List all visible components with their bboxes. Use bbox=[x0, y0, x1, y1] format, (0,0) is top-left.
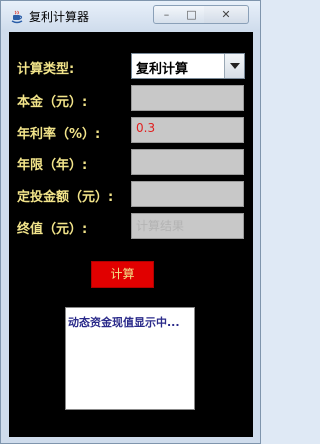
final-value-label: 终值（元）: bbox=[17, 222, 88, 237]
close-button[interactable]: ✕ bbox=[204, 5, 249, 24]
calc-type-selected: 复利计算 bbox=[136, 62, 189, 77]
annual-rate-label: 年利率（%）: bbox=[17, 127, 101, 142]
annual-rate-input[interactable]: 0.3 bbox=[131, 117, 244, 143]
chevron-down-icon[interactable] bbox=[224, 54, 244, 78]
app-window: 复利计算器 – □ ✕ 计算类型: 复利计算 本金（元）: 年利率（%）: 0.… bbox=[0, 0, 261, 444]
principal-label: 本金（元）: bbox=[17, 95, 88, 110]
window-title: 复利计算器 bbox=[29, 10, 90, 24]
fixed-investment-label: 定投金额（元）: bbox=[17, 190, 114, 205]
years-label: 年限（年）: bbox=[17, 158, 88, 173]
principal-input[interactable] bbox=[131, 85, 244, 111]
years-input[interactable] bbox=[131, 149, 244, 175]
minimize-button[interactable]: – bbox=[153, 5, 180, 24]
calc-type-label: 计算类型: bbox=[17, 62, 75, 77]
final-value-output: 计算结果 bbox=[131, 213, 244, 239]
calc-type-dropdown[interactable]: 复利计算 bbox=[131, 53, 245, 79]
result-panel: 动态资金现值显示中... bbox=[65, 307, 195, 410]
maximize-button[interactable]: □ bbox=[179, 5, 205, 24]
java-app-icon bbox=[9, 9, 25, 25]
title-bar[interactable]: 复利计算器 – □ ✕ bbox=[1, 1, 260, 31]
fixed-investment-input[interactable] bbox=[131, 181, 244, 207]
main-panel: 计算类型: 复利计算 本金（元）: 年利率（%）: 0.3 年限（年）: 定投金… bbox=[9, 32, 253, 437]
calculate-button[interactable]: 计算 bbox=[91, 261, 154, 288]
result-status-text: 动态资金现值显示中... bbox=[68, 316, 180, 329]
